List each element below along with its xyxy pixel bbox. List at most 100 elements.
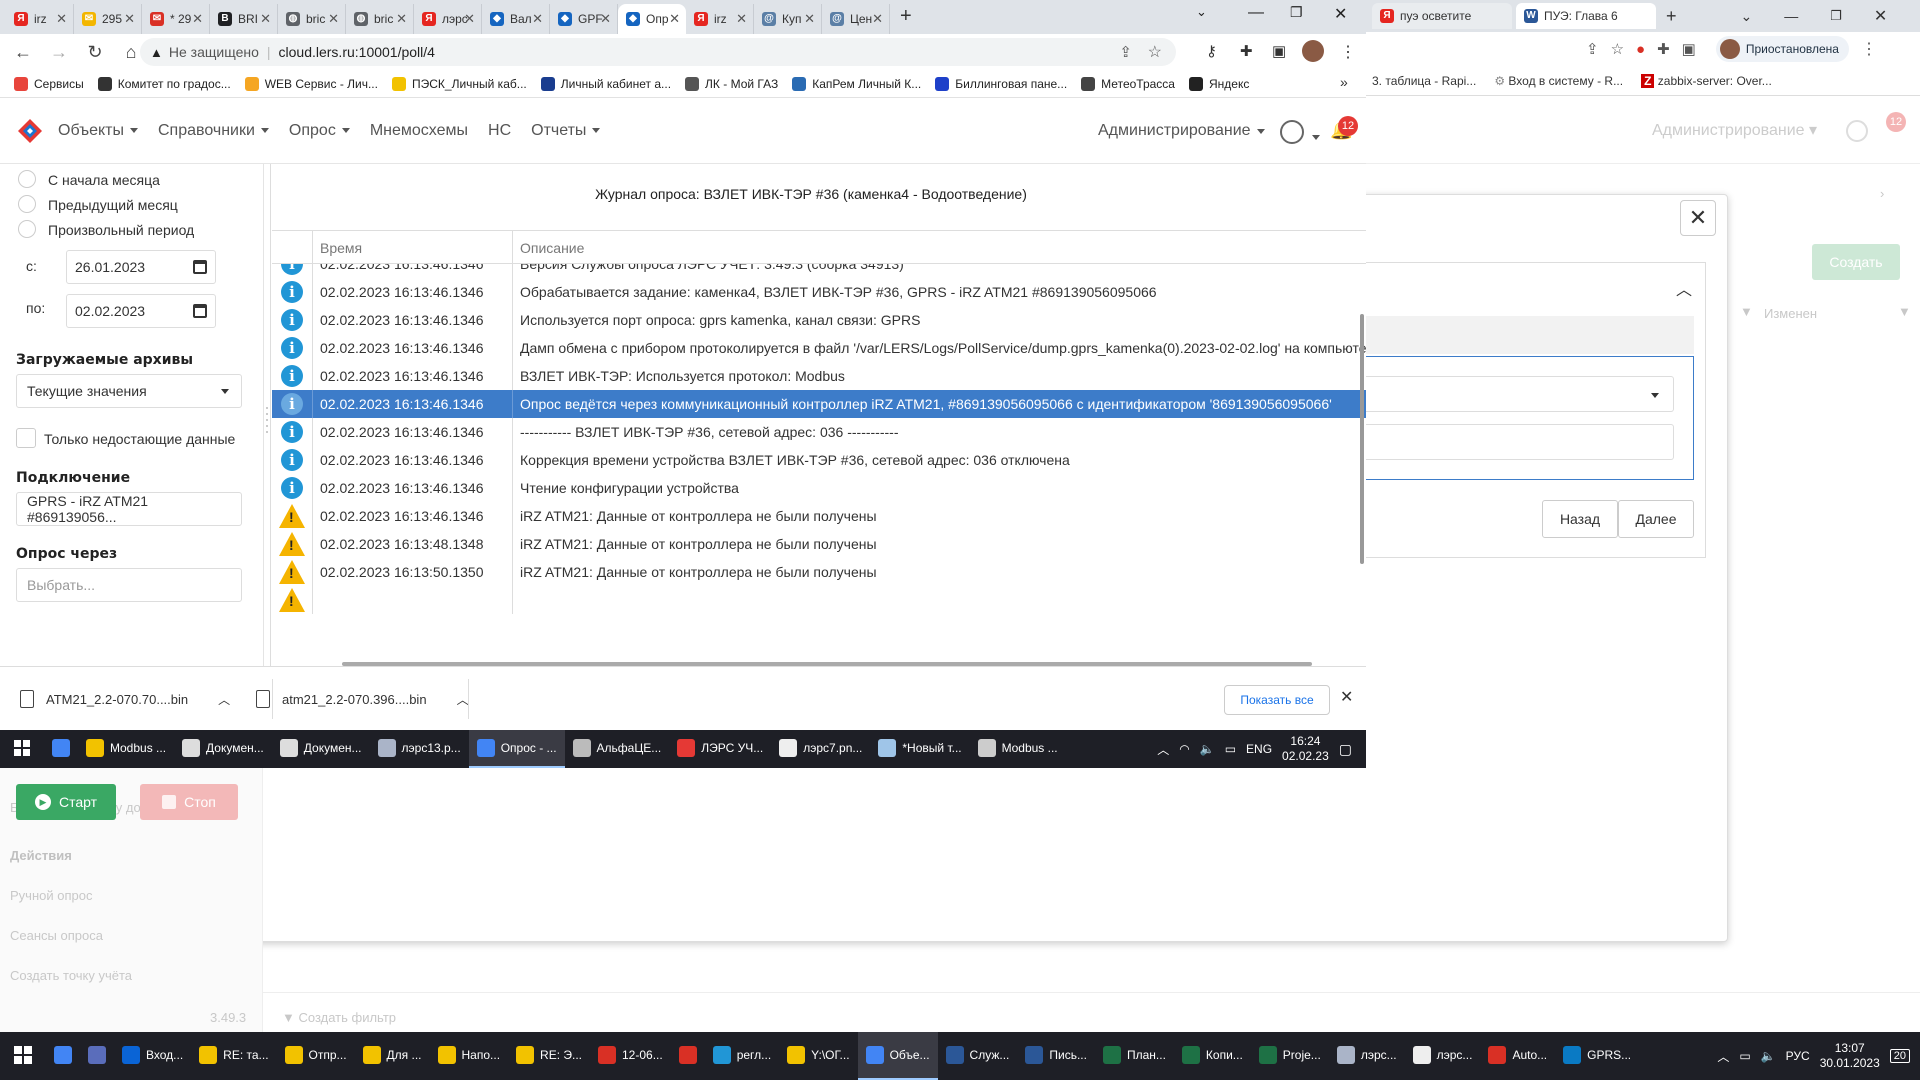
bg-admin-menu[interactable]: Администрирование ▾: [1652, 120, 1817, 140]
row-description[interactable]: Обрабатывается задание: каменка4, ВЗЛЕТ …: [512, 278, 1366, 306]
chevron-down-icon[interactable]: [221, 389, 229, 394]
row-time[interactable]: [312, 586, 512, 614]
tab-close-icon[interactable]: ✕: [532, 11, 543, 27]
sidebar-link[interactable]: Создать точку учёта: [10, 968, 132, 983]
journal-row[interactable]: i 02.02.2023 16:13:46.1346 Коррекция време…: [272, 446, 1366, 474]
row-description[interactable]: [512, 586, 1366, 614]
bookmark-label[interactable]: Комитет по градос...: [118, 77, 231, 91]
tab-close-icon[interactable]: ✕: [56, 11, 67, 27]
puzzle-icon[interactable]: ✚: [1240, 42, 1253, 60]
restore-icon[interactable]: ❐: [1290, 4, 1303, 21]
back-button[interactable]: Назад: [1542, 500, 1618, 538]
poll-via-input[interactable]: Выбрать...: [16, 568, 242, 602]
chevron-down-icon[interactable]: [592, 128, 601, 133]
browser-tab[interactable]: @ Куп ✕: [754, 4, 822, 34]
clock[interactable]: 13:07 30.01.2023: [1820, 1041, 1880, 1071]
extension-icon[interactable]: ●: [1636, 41, 1645, 58]
tray-chevron-icon[interactable]: ︿: [1717, 1048, 1729, 1065]
share-icon[interactable]: ⇪: [1119, 43, 1132, 61]
user-icon[interactable]: [1280, 120, 1304, 144]
taskbar-app-button[interactable]: Объе...: [857, 1032, 938, 1080]
sidebar-link[interactable]: Ручной опрос: [10, 888, 92, 903]
radio-previous-month[interactable]: [18, 195, 36, 213]
connection-select[interactable]: GPRS - iRZ ATM21 #869139056...: [16, 492, 242, 526]
tab-close-icon[interactable]: ✕: [736, 11, 747, 27]
browser-tab[interactable]: ◆ Вал ✕: [482, 4, 550, 34]
tab-close-icon[interactable]: ✕: [124, 11, 135, 27]
browser-tab[interactable]: ◍ bric ✕: [278, 4, 346, 34]
to-date-value[interactable]: 02.02.2023: [75, 303, 145, 319]
nav-menu-item[interactable]: Опрос: [289, 122, 350, 140]
taskbar-app-button[interactable]: лэрс...: [1405, 1032, 1481, 1080]
tab-close-icon[interactable]: ✕: [396, 11, 407, 27]
nav-menu-label[interactable]: Отчеты: [531, 122, 586, 140]
taskbar-app-button[interactable]: Modbus ...: [78, 730, 174, 768]
journal-row[interactable]: ! 02.02.2023 16:13:48.1348 iRZ ATM21: Данн…: [272, 530, 1366, 558]
chevron-up-icon[interactable]: ︿: [1676, 276, 1692, 300]
nav-menu-item[interactable]: Мнемосхемы: [370, 122, 468, 140]
tab-close-icon[interactable]: ✕: [260, 11, 271, 27]
battery-icon[interactable]: ▭: [1225, 742, 1236, 756]
browser-tab[interactable]: ◆ Опр ✕: [618, 4, 686, 34]
bookmark-label[interactable]: ЛК - Мой ГАЗ: [705, 77, 778, 91]
row-time[interactable]: 02.02.2023 16:13:46.1346: [312, 278, 512, 306]
create-filter-link[interactable]: ▼ Создать фильтр: [282, 1010, 396, 1025]
chevron-down-icon[interactable]: [341, 128, 350, 133]
taskbar-app-button[interactable]: АльфаЦЕ...: [565, 730, 670, 768]
new-tab-icon[interactable]: +: [1666, 6, 1677, 27]
row-time[interactable]: 02.02.2023 16:13:46.1346: [312, 390, 512, 418]
home-icon[interactable]: ⌂: [120, 42, 142, 63]
chevron-up-icon[interactable]: ︿: [457, 691, 469, 708]
download-filename[interactable]: atm21_2.2-070.396....bin: [282, 692, 427, 707]
poll-via-placeholder[interactable]: Выбрать...: [27, 577, 95, 593]
bookmark-label[interactable]: Биллинговая пане...: [955, 77, 1067, 91]
journal-row[interactable]: !: [272, 586, 1366, 614]
close-icon[interactable]: ✕: [1334, 4, 1347, 24]
sidepanel-icon[interactable]: ▣: [1682, 40, 1696, 58]
journal-row[interactable]: i 02.02.2023 16:13:46.1346 Обрабатывается …: [272, 278, 1366, 306]
menu-icon[interactable]: ⋮: [1340, 42, 1356, 62]
radio-custom-period[interactable]: [18, 220, 36, 238]
row-time[interactable]: 02.02.2023 16:13:46.1346: [312, 306, 512, 334]
bookmark-label[interactable]: КапРем Личный К...: [812, 77, 921, 91]
row-description[interactable]: ----------- ВЗЛЕТ ИВК-ТЭР #36, сетевой а…: [512, 418, 1366, 446]
to-date-input[interactable]: 02.02.2023: [66, 294, 216, 328]
modal-select[interactable]: [1366, 376, 1674, 412]
browser-tab[interactable]: Яirz ✕: [6, 4, 74, 34]
stop-button[interactable]: Стоп: [140, 784, 238, 820]
taskbar-app-button[interactable]: Копи...: [1174, 1032, 1251, 1080]
chevron-down-icon[interactable]: ⌄: [1741, 8, 1753, 25]
taskbar-app-button[interactable]: [80, 1032, 114, 1080]
star-icon[interactable]: ☆: [1148, 42, 1162, 62]
chevron-down-icon[interactable]: ⌄: [1196, 4, 1207, 20]
clock[interactable]: 16:24 02.02.23: [1282, 734, 1329, 764]
reload-icon[interactable]: ↻: [84, 42, 106, 63]
taskbar-app-button[interactable]: План...: [1095, 1032, 1174, 1080]
bg-tab-pue[interactable]: W ПУЭ: Глава 6: [1516, 3, 1656, 29]
bookmark-item[interactable]: КапРем Личный К...: [792, 76, 921, 91]
nav-menu-label[interactable]: Справочники: [158, 122, 255, 140]
nav-menu-label[interactable]: Объекты: [58, 122, 124, 140]
close-icon[interactable]: ✕: [1874, 6, 1887, 26]
tab-close-icon[interactable]: ✕: [600, 11, 611, 27]
row-description[interactable]: iRZ ATM21: Данные от контроллера не были…: [512, 530, 1366, 558]
journal-row[interactable]: ! 02.02.2023 16:13:50.1350 iRZ ATM21: Данн…: [272, 558, 1366, 586]
row-description[interactable]: Чтение конфигурации устройства: [512, 474, 1366, 502]
modal-close-button[interactable]: ✕: [1680, 200, 1716, 236]
language-indicator[interactable]: ENG: [1246, 742, 1272, 756]
start-button[interactable]: ▶ Старт: [16, 784, 116, 820]
create-button[interactable]: Создать: [1812, 244, 1900, 280]
bg-user-icon[interactable]: [1846, 120, 1868, 142]
nav-menu-item[interactable]: Справочники: [158, 122, 269, 140]
bookmark-item[interactable]: Биллинговая пане...: [935, 76, 1067, 91]
taskbar-app-button[interactable]: регл...: [705, 1032, 779, 1080]
minimize-icon[interactable]: —: [1784, 8, 1798, 24]
taskbar-app-button[interactable]: лэрс13.р...: [370, 730, 469, 768]
browser-tab[interactable]: Ялэрс ✕: [414, 4, 482, 34]
tab-close-icon[interactable]: ✕: [464, 11, 475, 27]
restore-icon[interactable]: ❐: [1830, 8, 1842, 24]
nav-menu-label[interactable]: Мнемосхемы: [370, 122, 468, 140]
row-description[interactable]: Коррекция времени устройства ВЗЛЕТ ИВК-Т…: [512, 446, 1366, 474]
taskbar-app-button[interactable]: Докумен...: [272, 730, 370, 768]
download-item[interactable]: ATM21_2.2-070.70....bin ︿: [20, 667, 230, 731]
